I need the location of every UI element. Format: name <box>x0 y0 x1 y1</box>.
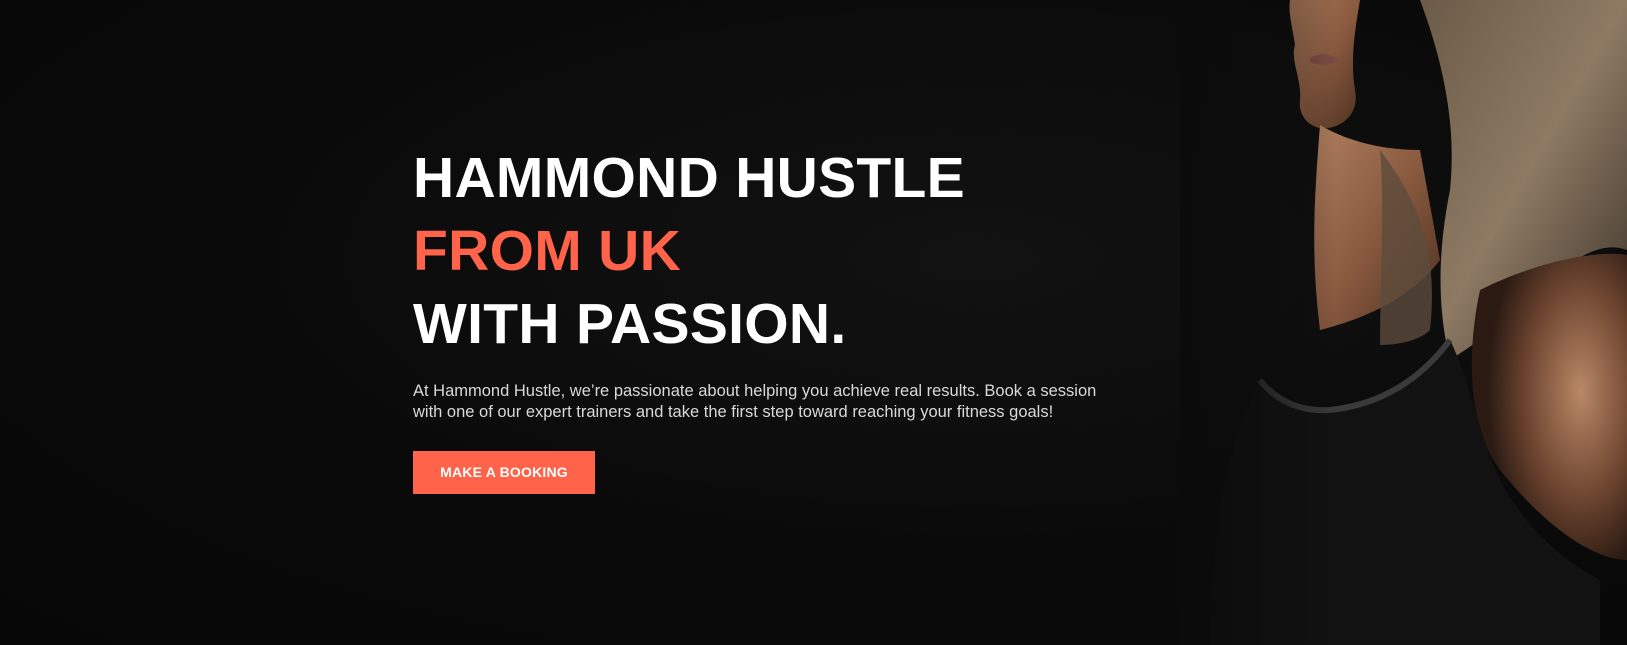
headline-line-2: FROM UK <box>413 219 682 283</box>
hero-content: HAMMOND HUSTLE FROM UK WITH PASSION. At … <box>413 142 1133 494</box>
headline-line-3: WITH PASSION. <box>413 292 847 356</box>
headline-line-1: HAMMOND HUSTLE <box>413 146 965 210</box>
hero-photo <box>1180 0 1627 645</box>
hero-section: HAMMOND HUSTLE FROM UK WITH PASSION. At … <box>0 0 1627 645</box>
hero-headline: HAMMOND HUSTLE FROM UK WITH PASSION. <box>413 142 1133 361</box>
make-a-booking-button[interactable]: MAKE A BOOKING <box>413 451 595 494</box>
athlete-image <box>1180 0 1627 645</box>
hero-description: At Hammond Hustle, we’re passionate abou… <box>413 382 1097 421</box>
